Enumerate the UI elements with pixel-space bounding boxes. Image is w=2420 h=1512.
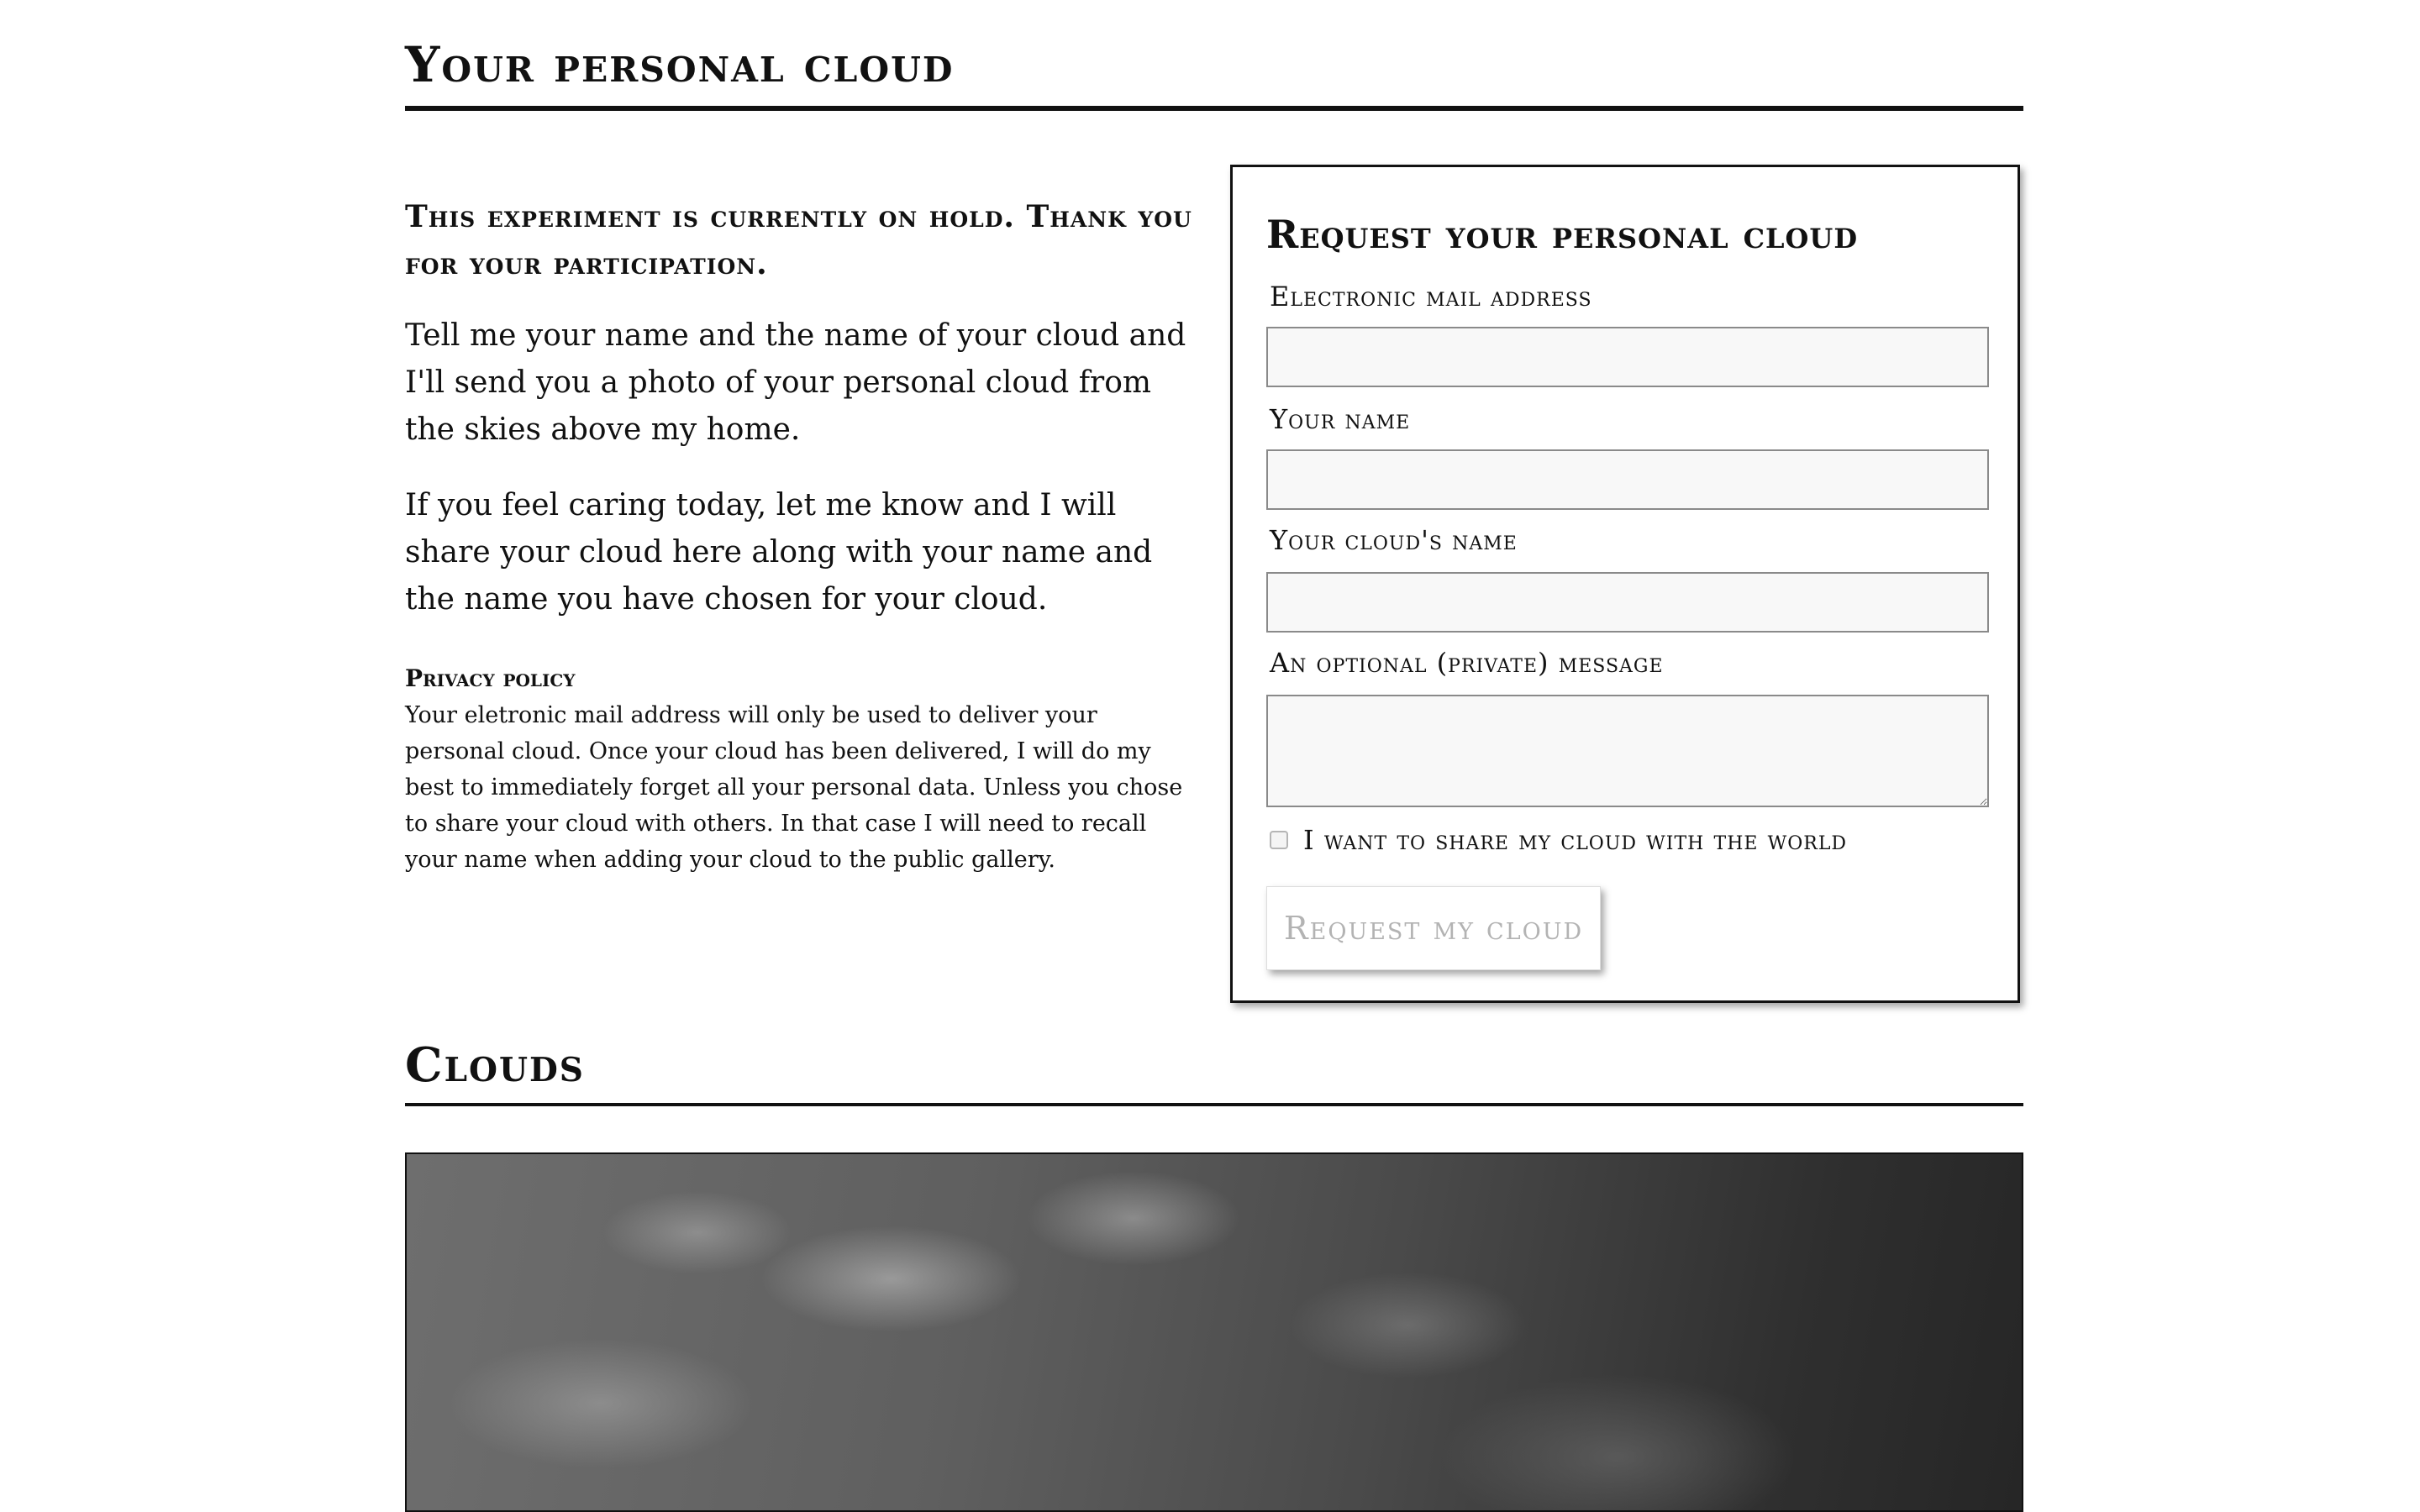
email-field[interactable] bbox=[1266, 327, 1989, 387]
clouds-section-title: Clouds bbox=[405, 1037, 585, 1093]
cloud-name-label: Your cloud's name bbox=[1270, 524, 1518, 556]
name-field[interactable] bbox=[1266, 449, 1989, 510]
message-textarea[interactable] bbox=[1266, 695, 1989, 807]
cloud-request-form: Request your personal cloud Electronic m… bbox=[1230, 165, 2020, 1003]
clouds-divider bbox=[405, 1103, 2023, 1106]
intro-section: This experiment is currently on hold. Th… bbox=[405, 193, 1203, 878]
on-hold-notice: This experiment is currently on hold. Th… bbox=[405, 199, 1192, 281]
share-checkbox[interactable] bbox=[1270, 831, 1288, 849]
title-divider bbox=[405, 106, 2023, 111]
message-label: An optional (private) message bbox=[1270, 647, 1664, 679]
cloud-name-field[interactable] bbox=[1266, 572, 1989, 633]
cloud-photo bbox=[405, 1152, 2023, 1512]
email-label: Electronic mail address bbox=[1270, 281, 1592, 312]
page-title: Your personal cloud bbox=[405, 36, 955, 93]
share-row[interactable]: I want to share my cloud with the world bbox=[1270, 821, 1847, 859]
name-label: Your name bbox=[1270, 403, 1411, 435]
intro-paragraph-2: If you feel caring today, let me know an… bbox=[405, 488, 1153, 617]
privacy-policy-text: Your eletronic mail address will only be… bbox=[405, 702, 1183, 873]
privacy-policy-title: Privacy policy bbox=[405, 664, 576, 692]
request-cloud-button[interactable]: Request my cloud bbox=[1266, 886, 1602, 970]
share-label[interactable]: I want to share my cloud with the world bbox=[1303, 823, 1847, 857]
form-title: Request your personal cloud bbox=[1266, 212, 1859, 257]
intro-paragraph-1: Tell me your name and the name of your c… bbox=[405, 318, 1186, 447]
